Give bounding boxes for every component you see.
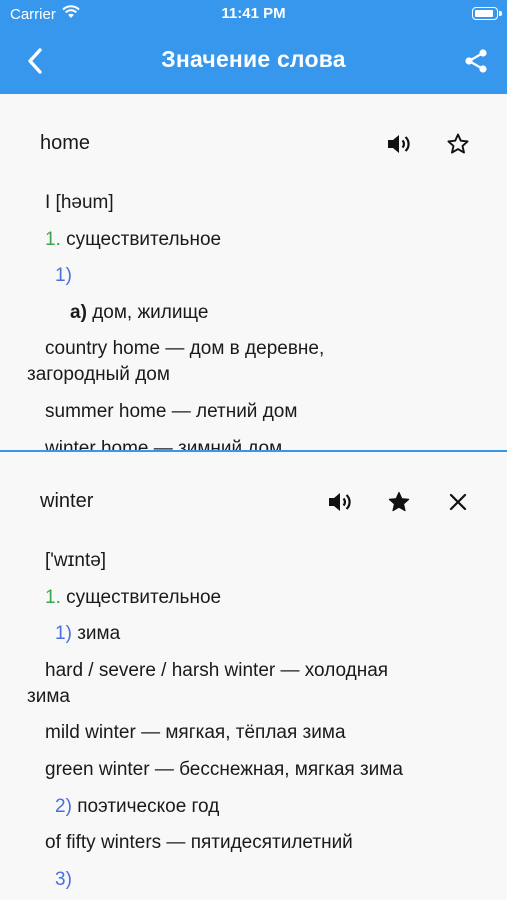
sense-item: 1) (0, 263, 507, 289)
speaker-icon (329, 493, 351, 511)
example-item: hard / severe / harsh winter — холодная з… (0, 658, 507, 710)
pos-number: 1. (45, 586, 61, 608)
example-text: hard / severe / harsh winter — холодная (45, 659, 389, 681)
share-icon (465, 49, 487, 73)
close-button[interactable] (440, 484, 476, 520)
part-of-speech: 1. существительное (0, 585, 507, 611)
sense-item: 1) зима (0, 621, 507, 647)
status-bar: Carrier 11:41 PM (0, 0, 507, 28)
close-icon (449, 493, 467, 511)
speaker-icon (388, 135, 410, 153)
sub-sense-letter: а) (70, 301, 87, 323)
example-text: country home — дом в деревне, (45, 338, 325, 360)
sense-number: 1) (55, 265, 72, 287)
sense-item: 2) поэтическое год (0, 794, 507, 820)
word-title: winter (40, 490, 94, 512)
word-header: home (0, 124, 507, 164)
transcription: ['wɪntə] (45, 550, 107, 571)
example-item: summer home — летний дом (45, 400, 298, 422)
definition-list: I [həum] 1. существительное 1) а) дом, ж… (0, 190, 507, 450)
sub-sense-text: дом, жилище (92, 301, 209, 323)
star-outline-icon (447, 133, 469, 154)
part-of-speech: 1. существительное (0, 227, 507, 253)
sense-text: поэтическое год (77, 795, 220, 817)
transcription: I [həum] (45, 192, 114, 213)
favorite-button[interactable] (381, 484, 417, 520)
example-item: country home — дом в деревне, загородный … (0, 336, 507, 388)
pos-label: существительное (66, 586, 222, 608)
word-panel-bottom: winter ['wɪntə] 1. существительное 1) зи… (0, 452, 507, 900)
sense-item: 3) (0, 867, 507, 893)
word-panel-top: home I [həum] 1. существительное 1) а) д… (0, 94, 507, 450)
sense-text: зима (77, 623, 121, 645)
example-text-continued: зима (27, 685, 70, 707)
app-bar: Carrier 11:41 PM Значение слова (0, 0, 507, 94)
sub-sense-item: а) дом, жилище (0, 300, 507, 326)
share-button[interactable] (459, 44, 493, 78)
sense-number: 2) (55, 795, 72, 817)
example-text-continued: загородный дом (27, 364, 170, 386)
sense-number: 1) (55, 623, 72, 645)
example-item: mild winter — мягкая, тёплая зима (45, 722, 346, 744)
word-title: home (40, 132, 91, 154)
definition-list: ['wɪntə] 1. существительное 1) зима hard… (0, 548, 507, 900)
favorite-button[interactable] (440, 126, 476, 162)
play-sound-button[interactable] (322, 484, 358, 520)
play-sound-button[interactable] (381, 126, 417, 162)
example-item: winter home — зимний дом (45, 437, 283, 450)
pos-number: 1. (45, 228, 61, 250)
navigation-bar: Значение слова (0, 28, 507, 94)
word-header: winter (0, 482, 507, 522)
star-filled-icon (388, 491, 410, 512)
page-title: Значение слова (161, 46, 346, 72)
status-time: 11:41 PM (221, 5, 286, 22)
pos-label: существительное (66, 228, 222, 250)
example-item: of fifty winters — пятидесятилетний (45, 832, 353, 854)
sense-number: 3) (55, 868, 72, 890)
battery-icon (472, 7, 502, 20)
example-item: green winter — бесснежная, мягкая зима (45, 758, 403, 780)
